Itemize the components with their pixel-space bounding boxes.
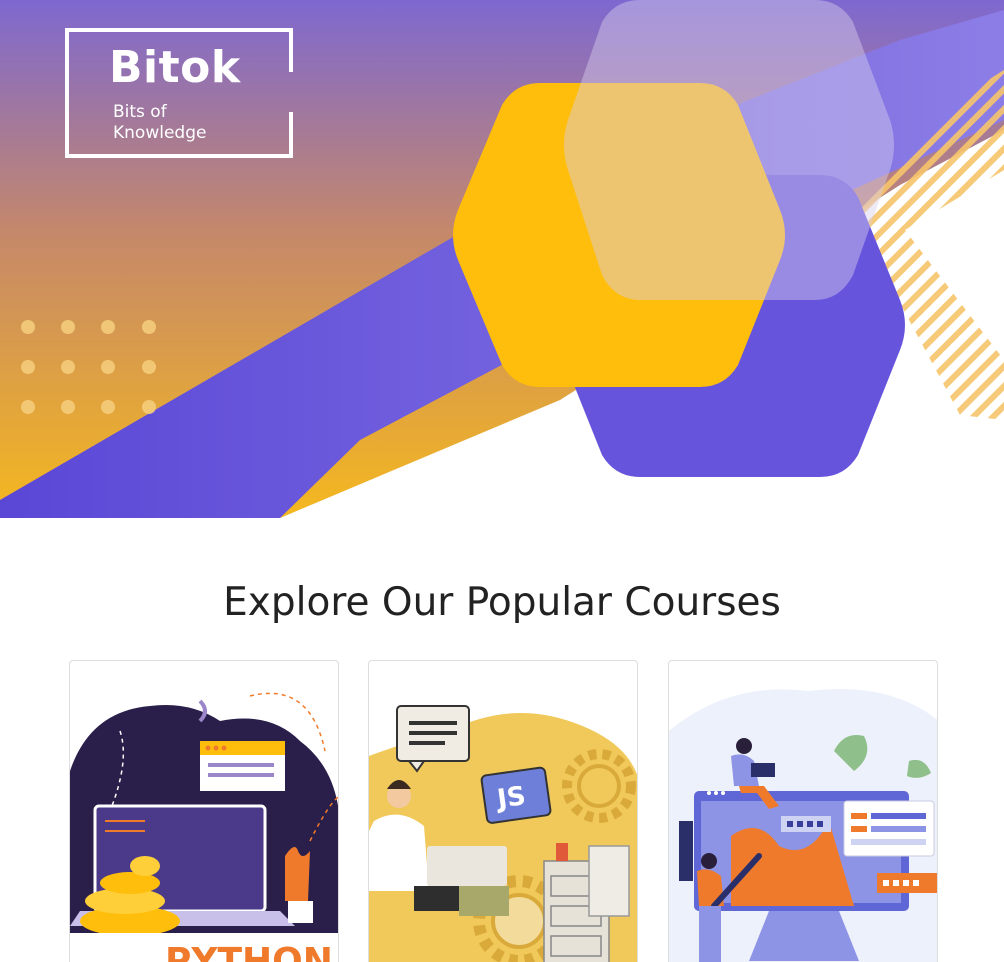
logo-tagline: Bits of Knowledge [113,102,206,144]
javascript-course-illustration: JS [369,705,637,962]
brand-logo[interactable]: Bitok Bits of Knowledge [65,28,293,158]
hero-banner: Bitok Bits of Knowledge [0,0,1004,518]
js-label: JS [493,781,527,815]
javascript-course-card[interactable]: JS [368,660,638,962]
section-title: Explore Our Popular Courses [223,580,781,625]
logo-tagline-line2: Knowledge [113,123,207,143]
design-course-illustration [669,689,937,962]
design-course-card[interactable] [668,660,938,962]
logo-tagline-line1: Bits of [113,102,167,122]
python-label: PYTHON [165,941,333,962]
logo-title: Bitok [109,42,241,93]
python-course-illustration: PYTHON [70,692,338,962]
python-course-card[interactable]: PYTHON [69,660,339,962]
